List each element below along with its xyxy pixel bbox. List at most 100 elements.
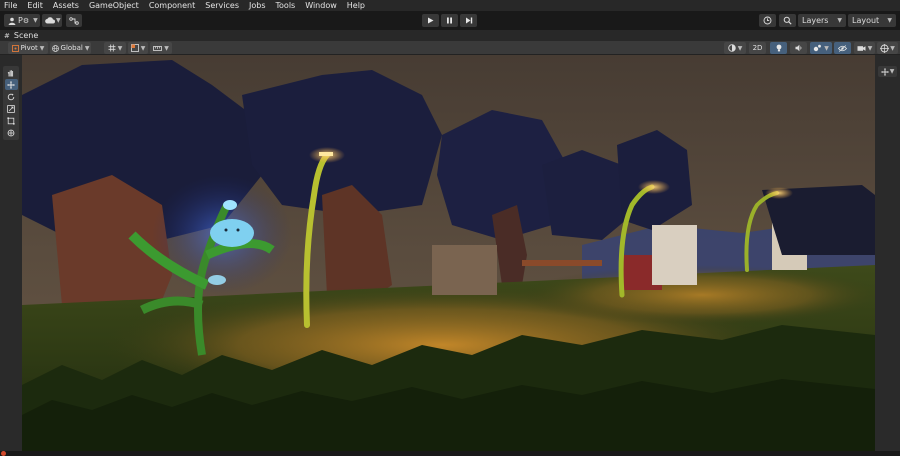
layout-dropdown[interactable]: Layout ▼ <box>848 14 896 27</box>
lit-path-far <box>522 265 875 325</box>
play-button[interactable] <box>422 14 439 27</box>
camera-icon <box>857 45 866 52</box>
eye-slash-icon <box>838 44 847 52</box>
move-icon <box>7 80 15 89</box>
history-icon <box>763 16 772 25</box>
chevron-down-icon: ▼ <box>39 44 45 52</box>
step-icon <box>465 17 473 24</box>
global-label: Global <box>60 44 83 52</box>
menu-file[interactable]: File <box>0 0 22 11</box>
account-dropdown[interactable]: P ⚙ ▼ <box>4 14 40 27</box>
scene-render <box>22 55 875 451</box>
pivot-icon <box>11 44 19 52</box>
global-toggle[interactable]: Global ▼ <box>50 42 91 54</box>
chevron-down-icon: ▼ <box>737 44 743 52</box>
snap-increment-button[interactable]: ▼ <box>128 42 148 54</box>
globe-icon <box>51 44 59 52</box>
scene-viewport[interactable] <box>22 55 875 451</box>
history-button[interactable] <box>759 14 776 27</box>
layers-dropdown[interactable]: Layers ▼ <box>798 14 846 27</box>
pivot-toggle[interactable]: Pivot ▼ <box>8 42 48 54</box>
scene-grid-icon: # <box>4 31 10 40</box>
menu-component[interactable]: Component <box>144 0 200 11</box>
play-icon <box>427 17 434 24</box>
cloud-dropdown[interactable]: ▼ <box>42 14 62 27</box>
chevron-down-icon: ▼ <box>117 44 123 52</box>
chevron-down-icon: ▼ <box>837 17 842 24</box>
transform-icon <box>7 129 15 137</box>
speaker-icon <box>795 44 803 52</box>
scene-toolbar: Pivot ▼ Global ▼ ▼ ▼ ▼ ▼ 2D ▼ ▼ ▼ <box>0 41 900 55</box>
menu-jobs[interactable]: Jobs <box>244 0 271 11</box>
layout-label: Layout <box>852 16 880 25</box>
collab-icon <box>69 16 79 25</box>
2d-label: 2D <box>752 44 763 52</box>
search-icon <box>783 16 792 25</box>
menu-help[interactable]: Help <box>342 0 370 11</box>
gizmos-button[interactable]: ▼ <box>877 42 898 54</box>
chevron-down-icon: ▼ <box>890 44 895 52</box>
chevron-down-icon: ▼ <box>887 17 892 24</box>
overlay-menu-button[interactable]: ▼ <box>878 66 897 77</box>
hand-icon <box>7 69 15 77</box>
tool-palette <box>3 66 19 140</box>
chevron-down-icon: ▼ <box>164 44 169 52</box>
lightbulb-icon <box>776 44 782 52</box>
effects-toggle[interactable]: ▼ <box>810 42 832 54</box>
scale-icon <box>7 104 15 113</box>
shading-mode-icon <box>727 44 736 52</box>
error-indicator-icon[interactable] <box>1 451 6 456</box>
gizmo-icon <box>880 43 890 53</box>
effects-icon <box>813 44 822 52</box>
chevron-down-icon: ▼ <box>56 17 61 24</box>
rect-tool[interactable] <box>5 115 18 126</box>
rotate-tool[interactable] <box>5 91 18 102</box>
scene-tab-label: Scene <box>13 31 39 40</box>
menu-tools[interactable]: Tools <box>271 0 301 11</box>
tab-scene[interactable]: # Scene <box>0 31 38 40</box>
search-button[interactable] <box>779 14 796 27</box>
pause-icon <box>446 17 453 24</box>
cloud-icon <box>45 17 55 24</box>
chevron-down-icon: ▼ <box>889 68 895 75</box>
hand-tool[interactable] <box>5 67 18 78</box>
grid-icon <box>108 44 116 52</box>
main-toolbar: P ⚙ ▼ ▼ Layers ▼ Layout ▼ <box>0 11 900 30</box>
chevron-down-icon: ▼ <box>140 44 146 52</box>
scene-tab-bar: # Scene <box>0 30 900 41</box>
draw-mode-button[interactable]: ▼ <box>724 42 746 54</box>
menu-services[interactable]: Services <box>200 0 244 11</box>
right-gutter <box>875 55 900 451</box>
pivot-label: Pivot <box>20 44 38 52</box>
grid-snap-button[interactable]: ▼ <box>104 42 126 54</box>
chevron-down-icon: ▼ <box>867 44 873 52</box>
menu-bar: File Edit Assets GameObject Component Se… <box>0 0 900 11</box>
account-settings-icon: ⚙ <box>22 16 30 25</box>
menu-assets[interactable]: Assets <box>48 0 84 11</box>
layers-label: Layers <box>802 16 829 25</box>
collab-button[interactable] <box>66 14 82 27</box>
rotate-icon <box>7 93 15 101</box>
status-bar <box>0 451 900 456</box>
menu-window[interactable]: Window <box>300 0 342 11</box>
increment-snap-button[interactable]: ▼ <box>150 42 172 54</box>
step-button[interactable] <box>460 14 477 27</box>
menu-edit[interactable]: Edit <box>22 0 48 11</box>
snap-grid-icon <box>130 44 139 52</box>
move-icon <box>880 67 889 76</box>
menu-gameobject[interactable]: GameObject <box>84 0 144 11</box>
scene-visibility-toggle[interactable] <box>834 42 851 54</box>
2d-toggle[interactable]: 2D <box>749 42 766 54</box>
chevron-down-icon: ▼ <box>84 44 90 52</box>
transform-tool[interactable] <box>5 127 18 138</box>
chevron-down-icon: ▼ <box>33 17 38 24</box>
scale-tool[interactable] <box>5 103 18 114</box>
lighting-toggle[interactable] <box>770 42 787 54</box>
camera-settings-button[interactable]: ▼ <box>854 42 875 54</box>
move-tool[interactable] <box>4 79 18 90</box>
chevron-down-icon: ▼ <box>824 44 829 52</box>
pause-button[interactable] <box>441 14 458 27</box>
rect-transform-icon <box>7 116 15 125</box>
audio-toggle[interactable] <box>790 42 807 54</box>
person-icon <box>8 17 16 25</box>
